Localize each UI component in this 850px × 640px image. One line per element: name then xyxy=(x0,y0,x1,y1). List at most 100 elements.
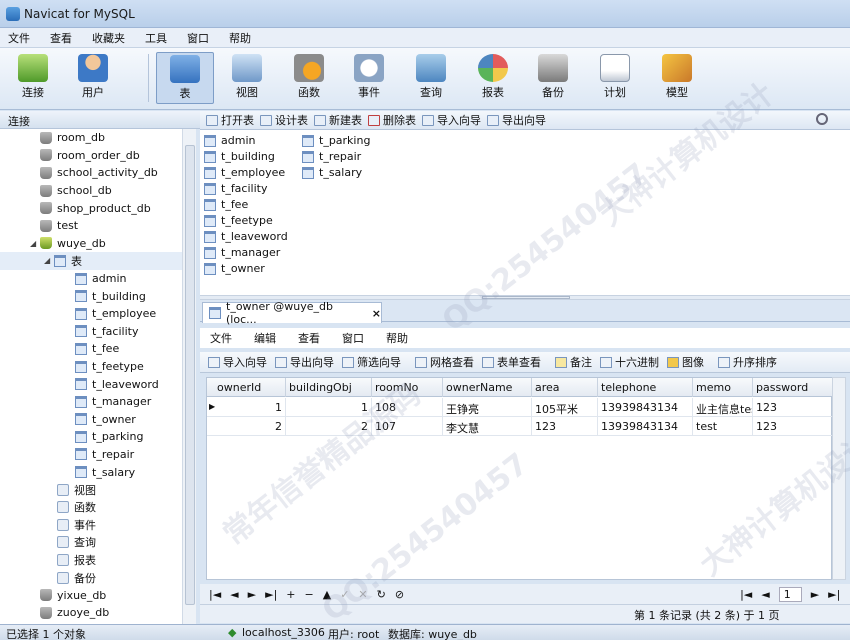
delete-record-button[interactable]: − xyxy=(305,588,314,601)
form-view-button[interactable]: 表单查看 xyxy=(482,354,541,370)
page-next-button[interactable]: ► xyxy=(811,588,819,601)
user-button[interactable]: 用户 xyxy=(64,52,122,104)
menu-window[interactable]: 窗口 xyxy=(179,30,221,46)
grid-scrollbar[interactable] xyxy=(832,377,846,580)
cell-buildingObj[interactable]: 2 xyxy=(286,417,372,436)
object-table-t_owner[interactable]: t_owner xyxy=(204,261,265,276)
column-header-ownerName[interactable]: ownerName xyxy=(443,378,532,397)
cell-telephone[interactable]: 13939843134 xyxy=(598,398,693,417)
export-wizard-button[interactable]: 导出向导 xyxy=(275,354,334,370)
tree-folder-views[interactable]: 视图 xyxy=(0,481,182,499)
query-button[interactable]: 查询 xyxy=(402,52,460,104)
tree-table-t_fee[interactable]: t_fee xyxy=(0,340,182,358)
view-button[interactable]: 视图 xyxy=(218,52,276,104)
table-button[interactable]: 表 xyxy=(156,52,214,104)
image-button[interactable]: 图像 xyxy=(667,354,704,370)
export-wizard-button[interactable]: 导出向导 xyxy=(487,112,546,128)
column-header-memo[interactable]: memo xyxy=(693,378,753,397)
backup-button[interactable]: 备份 xyxy=(524,52,582,104)
report-button[interactable]: 报表 xyxy=(464,52,522,104)
delete-table-button[interactable]: 删除表 xyxy=(368,112,416,128)
connection-tree[interactable]: room_db room_order_db school_activity_db… xyxy=(0,129,182,625)
object-table-t_building[interactable]: t_building xyxy=(204,149,275,164)
inner-menu-edit[interactable]: 编辑 xyxy=(254,330,276,346)
open-table-button[interactable]: 打开表 xyxy=(206,112,254,128)
first-record-button[interactable]: |◄ xyxy=(209,588,221,601)
tree-table-t_building[interactable]: t_building xyxy=(0,287,182,305)
tree-db-school_activity_db[interactable]: school_activity_db xyxy=(0,164,182,182)
menu-favorites[interactable]: 收藏夹 xyxy=(84,30,137,46)
tree-table-t_salary[interactable]: t_salary xyxy=(0,463,182,481)
cancel-changes-button[interactable]: ✕ xyxy=(358,588,367,601)
cell-telephone[interactable]: 13939843134 xyxy=(598,417,693,436)
tree-table-t_leaveword[interactable]: t_leaveword xyxy=(0,375,182,393)
page-last-button[interactable]: ►| xyxy=(828,588,840,601)
inner-menu-file[interactable]: 文件 xyxy=(210,330,232,346)
tree-folder-reports[interactable]: 报表 xyxy=(0,551,182,569)
tree-table-t_facility[interactable]: t_facility xyxy=(0,323,182,341)
tree-folder-tables[interactable]: ◢ 表 xyxy=(0,252,182,270)
refresh-button[interactable]: ↻ xyxy=(377,588,386,601)
data-grid[interactable]: ownerId buildingObj roomNo ownerName are… xyxy=(206,377,833,580)
page-number-input[interactable]: 1 xyxy=(778,586,802,602)
page-first-button[interactable]: |◄ xyxy=(740,588,752,601)
object-table-t_feetype[interactable]: t_feetype xyxy=(204,213,273,228)
cell-memo[interactable]: test xyxy=(693,417,753,436)
tree-folder-events[interactable]: 事件 xyxy=(0,516,182,534)
object-table-admin[interactable]: admin xyxy=(204,133,255,148)
next-record-button[interactable]: ► xyxy=(248,588,256,601)
schedule-button[interactable]: 计划 xyxy=(586,52,644,104)
cell-password[interactable]: 123 xyxy=(753,417,833,436)
cell-ownerName[interactable]: 李文慧 xyxy=(443,417,532,436)
menu-tools[interactable]: 工具 xyxy=(137,30,179,46)
search-icon[interactable] xyxy=(816,113,828,125)
column-header-ownerId[interactable]: ownerId xyxy=(207,378,286,397)
design-table-button[interactable]: 设计表 xyxy=(260,112,308,128)
edit-record-button[interactable]: ▲ xyxy=(323,588,331,601)
menu-help[interactable]: 帮助 xyxy=(221,30,263,46)
tree-db-zuoye_db[interactable]: zuoye_db xyxy=(0,604,182,622)
cell-ownerId[interactable]: 2 xyxy=(207,417,286,436)
column-header-buildingObj[interactable]: buildingObj xyxy=(286,378,372,397)
tree-scrollbar-thumb[interactable] xyxy=(185,145,195,605)
cell-roomNo[interactable]: 108 xyxy=(372,398,443,417)
tree-db-room_db[interactable]: room_db xyxy=(0,129,182,147)
cell-ownerId[interactable]: 1 xyxy=(207,398,286,417)
tree-db-yixue_db[interactable]: yixue_db xyxy=(0,586,182,604)
model-button[interactable]: 模型 xyxy=(648,52,706,104)
table-row[interactable]: ▶ 1 1 108 王铮亮 105平米 13939843134 业主信息tes … xyxy=(207,398,833,417)
object-table-t_employee[interactable]: t_employee xyxy=(204,165,285,180)
tree-folder-queries[interactable]: 查询 xyxy=(0,534,182,552)
hex-button[interactable]: 十六进制 xyxy=(600,354,659,370)
inner-menu-help[interactable]: 帮助 xyxy=(386,330,408,346)
connect-button[interactable]: 连接 xyxy=(4,52,62,104)
tree-table-t_owner[interactable]: t_owner xyxy=(0,411,182,429)
page-prev-button[interactable]: ◄ xyxy=(761,588,769,601)
prev-record-button[interactable]: ◄ xyxy=(230,588,238,601)
tab-t_owner[interactable]: t_owner @wuye_db (loc... × xyxy=(202,300,382,326)
tree-db-test[interactable]: test xyxy=(0,217,182,235)
tree-db-wuye_db[interactable]: ◢ wuye_db xyxy=(0,235,182,253)
cell-area[interactable]: 123 xyxy=(532,417,598,436)
tree-table-t_parking[interactable]: t_parking xyxy=(0,428,182,446)
cell-area[interactable]: 105平米 xyxy=(532,398,598,417)
tree-folder-functions[interactable]: 函数 xyxy=(0,498,182,516)
apply-changes-button[interactable]: ✓ xyxy=(340,588,349,601)
object-table-t_fee[interactable]: t_fee xyxy=(204,197,248,212)
new-table-button[interactable]: 新建表 xyxy=(314,112,362,128)
column-header-roomNo[interactable]: roomNo xyxy=(372,378,443,397)
column-header-password[interactable]: password xyxy=(753,378,833,397)
column-header-telephone[interactable]: telephone xyxy=(598,378,693,397)
object-table-t_repair[interactable]: t_repair xyxy=(302,149,361,164)
cell-ownerName[interactable]: 王铮亮 xyxy=(443,398,532,417)
filter-wizard-button[interactable]: 筛选向导 xyxy=(342,354,401,370)
object-table-t_facility[interactable]: t_facility xyxy=(204,181,267,196)
tree-table-t_feetype[interactable]: t_feetype xyxy=(0,358,182,376)
last-record-button[interactable]: ►| xyxy=(265,588,277,601)
tree-table-t_employee[interactable]: t_employee xyxy=(0,305,182,323)
object-table-t_leaveword[interactable]: t_leaveword xyxy=(204,229,288,244)
tree-db-room_order_db[interactable]: room_order_db xyxy=(0,147,182,165)
import-wizard-button[interactable]: 导入向导 xyxy=(422,112,481,128)
menu-view[interactable]: 查看 xyxy=(42,30,84,46)
import-wizard-button[interactable]: 导入向导 xyxy=(208,354,267,370)
